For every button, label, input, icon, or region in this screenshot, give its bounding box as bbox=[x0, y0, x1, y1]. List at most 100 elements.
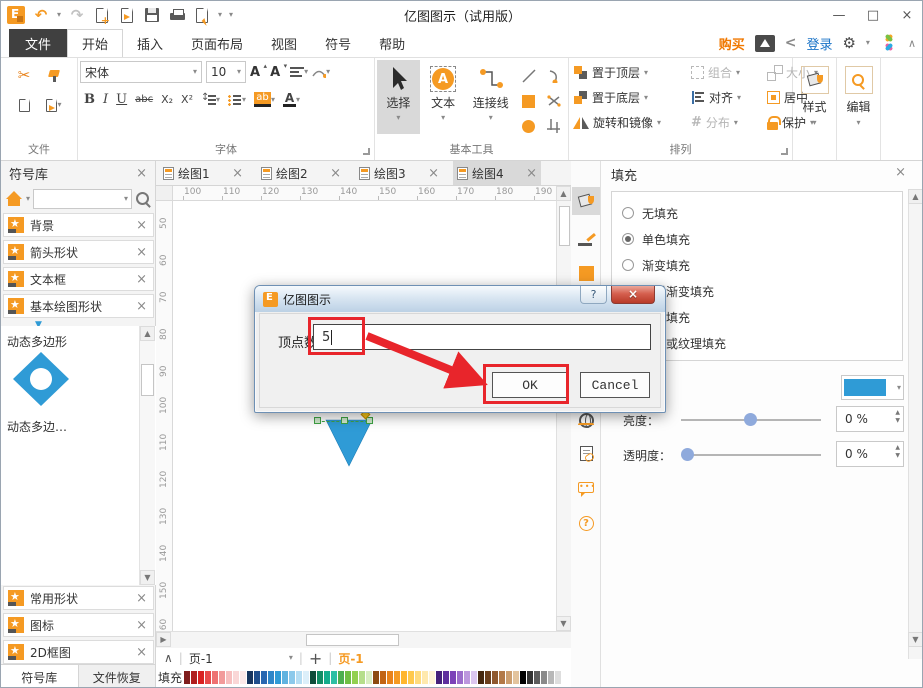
line-style-icon[interactable] bbox=[572, 225, 600, 253]
dialog-help-button[interactable]: ? bbox=[580, 286, 607, 304]
palette-swatch[interactable] bbox=[254, 671, 260, 684]
export-icon[interactable] bbox=[193, 5, 211, 25]
tab-home[interactable]: 开始 bbox=[67, 29, 123, 57]
palette-swatch[interactable] bbox=[478, 671, 484, 684]
brightness-value-box[interactable]: 0 % ▲▼ bbox=[836, 406, 904, 432]
palette-swatch[interactable] bbox=[268, 671, 274, 684]
page-name[interactable]: 页-1 bbox=[189, 650, 213, 667]
fill-panel-close-icon[interactable]: × bbox=[895, 165, 906, 180]
palette-swatch[interactable] bbox=[513, 671, 519, 684]
opacity-spin-down-icon[interactable]: ▼ bbox=[895, 452, 900, 460]
pagebar-collapse-icon[interactable]: ∧ bbox=[164, 651, 173, 665]
active-page-tab[interactable]: 页-1 bbox=[338, 650, 363, 667]
palette-swatch[interactable] bbox=[380, 671, 386, 684]
library-section-close-icon[interactable]: × bbox=[136, 591, 147, 606]
library-section-2[interactable]: 文本框× bbox=[3, 267, 154, 291]
palette-swatch[interactable] bbox=[520, 671, 526, 684]
gallery-scroll-thumb[interactable] bbox=[141, 364, 154, 396]
doc-tab-2[interactable]: 绘图2× bbox=[257, 161, 345, 185]
palette-swatch[interactable] bbox=[212, 671, 218, 684]
opacity-slider-thumb[interactable] bbox=[681, 448, 694, 461]
help-icon[interactable]: ? bbox=[572, 509, 600, 537]
palette-swatch[interactable] bbox=[289, 671, 295, 684]
format-painter-icon[interactable] bbox=[41, 62, 67, 88]
brightness-slider-thumb[interactable] bbox=[744, 413, 757, 426]
fill-color-select[interactable]: ▾ bbox=[841, 375, 904, 400]
library-section-close-icon[interactable]: × bbox=[136, 618, 147, 633]
line-tool-icon[interactable] bbox=[517, 64, 541, 88]
library-section-0[interactable]: 背景× bbox=[3, 213, 154, 237]
canvas-scroll-down-icon[interactable]: ▼ bbox=[556, 616, 571, 631]
library-section-close-icon[interactable]: × bbox=[136, 218, 147, 233]
shrink-font-button[interactable]: A▾ bbox=[270, 66, 280, 79]
send-to-back-button[interactable]: 置于底层▾ bbox=[573, 89, 691, 106]
palette-swatch[interactable] bbox=[303, 671, 309, 684]
gallery-scrollbar[interactable]: ▲ ▼ bbox=[139, 326, 155, 585]
tab-symbols[interactable]: 符号 bbox=[311, 29, 365, 57]
tab-help[interactable]: 帮助 bbox=[365, 29, 419, 57]
library-search-input[interactable]: ▾ bbox=[33, 189, 132, 209]
palette-swatch[interactable] bbox=[541, 671, 547, 684]
palette-swatch[interactable] bbox=[450, 671, 456, 684]
home-caret-icon[interactable]: ▾ bbox=[26, 195, 30, 203]
search-icon[interactable] bbox=[135, 191, 151, 207]
tab-insert[interactable]: 插入 bbox=[123, 29, 177, 57]
export-caret-icon[interactable]: ▾ bbox=[218, 11, 222, 19]
brightness-spin-up-icon[interactable]: ▲ bbox=[895, 409, 900, 417]
palette-swatch[interactable] bbox=[184, 671, 190, 684]
page-select-caret-icon[interactable]: ▾ bbox=[289, 654, 293, 662]
arrange-dialog-launcher-icon[interactable] bbox=[781, 148, 788, 155]
footer-tab-recovery[interactable]: 文件恢复 bbox=[79, 665, 157, 688]
selection-handle[interactable] bbox=[314, 417, 321, 424]
palette-swatch[interactable] bbox=[282, 671, 288, 684]
subscript-button[interactable]: X₂ bbox=[161, 94, 173, 105]
palette-swatch[interactable] bbox=[401, 671, 407, 684]
brand-pinwheel-icon[interactable] bbox=[880, 34, 898, 52]
arc-tool-icon[interactable] bbox=[542, 64, 566, 88]
distribute-button[interactable]: #分布▾ bbox=[691, 114, 767, 131]
group-button[interactable]: 组合▾ bbox=[691, 64, 767, 81]
canvas-star-shape[interactable] bbox=[321, 416, 381, 471]
palette-swatch[interactable] bbox=[548, 671, 554, 684]
undo-icon[interactable]: ↶ bbox=[32, 5, 50, 25]
fill-option-1[interactable]: 单色填充 bbox=[622, 226, 902, 252]
library-close-icon[interactable]: × bbox=[136, 166, 147, 181]
palette-swatch[interactable] bbox=[345, 671, 351, 684]
palette-swatch[interactable] bbox=[310, 671, 316, 684]
paste-icon[interactable]: ▾ bbox=[41, 92, 67, 118]
palette-swatch[interactable] bbox=[352, 671, 358, 684]
palette-swatch[interactable] bbox=[429, 671, 435, 684]
font-color-button[interactable]: A▾ bbox=[283, 92, 300, 107]
library-section-3[interactable]: 基本绘图形状× bbox=[3, 294, 154, 318]
opacity-value-box[interactable]: 0 % ▲▼ bbox=[836, 441, 904, 467]
canvas-scroll-right-icon[interactable]: ▶ bbox=[156, 632, 171, 647]
library-section-1[interactable]: 箭头形状× bbox=[3, 240, 154, 264]
cut-icon[interactable]: ✂ bbox=[11, 62, 37, 88]
comment-icon[interactable]: ••• bbox=[572, 473, 600, 501]
palette-swatch[interactable] bbox=[492, 671, 498, 684]
doc-tab-close-icon[interactable]: × bbox=[526, 166, 537, 181]
fill-scroll-up-icon[interactable]: ▲ bbox=[908, 189, 923, 204]
dynamic-polygon-shape[interactable] bbox=[9, 350, 73, 408]
palette-swatch[interactable] bbox=[499, 671, 505, 684]
palette-swatch[interactable] bbox=[226, 671, 232, 684]
bullets-button[interactable]: ▾ bbox=[228, 94, 246, 106]
palette-swatch[interactable] bbox=[422, 671, 428, 684]
gallery-scroll-up-icon[interactable]: ▲ bbox=[140, 326, 155, 341]
palette-swatch[interactable] bbox=[205, 671, 211, 684]
cross-tool-icon[interactable] bbox=[542, 89, 566, 113]
library-section-close-icon[interactable]: × bbox=[136, 645, 147, 660]
palette-swatch[interactable] bbox=[317, 671, 323, 684]
home-icon[interactable] bbox=[5, 191, 23, 207]
add-page-button[interactable]: + bbox=[309, 649, 322, 668]
dialog-close-button[interactable]: × bbox=[611, 286, 655, 304]
quick-color-icon[interactable] bbox=[572, 259, 600, 287]
opacity-slider[interactable] bbox=[686, 454, 821, 456]
rectangle-tool-icon[interactable] bbox=[517, 89, 541, 113]
palette-swatch[interactable] bbox=[485, 671, 491, 684]
doc-tab-close-icon[interactable]: × bbox=[330, 166, 341, 181]
share-icon[interactable]: < bbox=[785, 35, 797, 51]
selection-handle[interactable] bbox=[341, 417, 348, 424]
palette-swatch[interactable] bbox=[219, 671, 225, 684]
customize-qat-icon[interactable]: ▾ bbox=[229, 11, 233, 19]
